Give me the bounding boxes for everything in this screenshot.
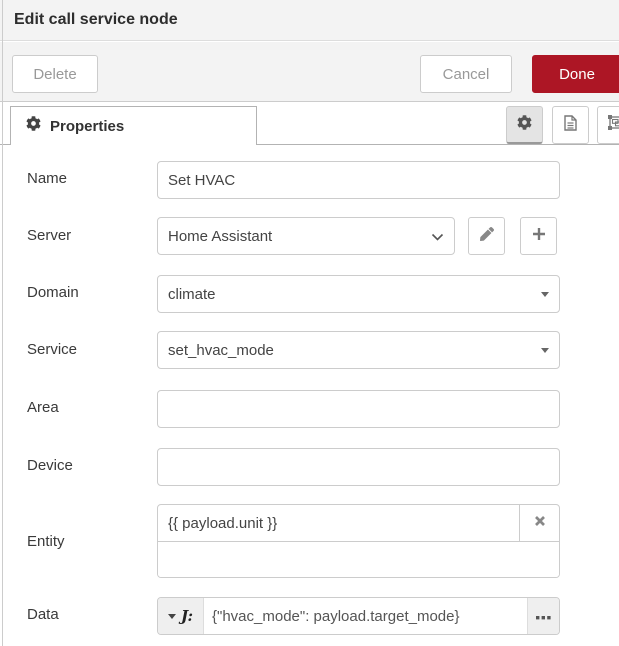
tab-properties-label: Properties: [50, 118, 124, 135]
delete-button[interactable]: Delete: [12, 55, 98, 93]
caret-down-icon: [541, 292, 549, 297]
service-combobox[interactable]: set_hvac_mode: [157, 331, 560, 369]
chevron-down-icon: [431, 228, 444, 245]
remove-entity-button[interactable]: [519, 505, 559, 541]
file-text-icon: [564, 115, 577, 136]
panel-edge-divider: [2, 0, 3, 646]
description-tab-button[interactable]: [552, 106, 589, 144]
area-label: Area: [27, 399, 59, 416]
service-label: Service: [27, 341, 77, 358]
plus-icon: [532, 227, 546, 246]
data-label: Data: [27, 606, 59, 623]
server-select[interactable]: Home Assistant: [157, 217, 455, 255]
area-input[interactable]: [157, 390, 560, 428]
name-label: Name: [27, 170, 67, 187]
tab-properties[interactable]: Properties: [10, 106, 257, 145]
domain-combobox[interactable]: climate: [157, 275, 560, 313]
caret-down-icon: [541, 348, 549, 353]
dialog-title: Edit call service node: [14, 11, 178, 29]
cancel-button[interactable]: Cancel: [420, 55, 512, 93]
domain-label: Domain: [27, 284, 79, 301]
dialog-header: Edit call service node: [0, 0, 619, 41]
object-group-icon: [608, 115, 619, 135]
add-server-button[interactable]: [520, 217, 557, 255]
gear-icon: [517, 115, 532, 135]
name-input[interactable]: [157, 161, 560, 199]
ellipsis-icon: [536, 607, 551, 625]
properties-tab-button[interactable]: [506, 106, 543, 144]
server-label: Server: [27, 227, 71, 244]
service-value: set_hvac_mode: [168, 342, 541, 359]
caret-down-icon: [168, 614, 176, 619]
entity-list: {{ payload.unit }}: [157, 504, 560, 578]
data-typed-input: J:: [157, 597, 560, 635]
domain-value: climate: [168, 286, 541, 303]
data-value-input[interactable]: [204, 598, 527, 634]
jsonata-J-icon: J:: [181, 607, 193, 625]
appearance-tab-button[interactable]: [597, 106, 619, 144]
edit-server-button[interactable]: [468, 217, 505, 255]
data-type-button[interactable]: J:: [158, 598, 204, 634]
entity-item-value[interactable]: {{ payload.unit }}: [158, 505, 519, 541]
close-icon: [534, 514, 546, 532]
edit-call-service-dialog: Edit call service node Delete Cancel Don…: [0, 0, 619, 646]
device-input[interactable]: [157, 448, 560, 486]
expand-editor-button[interactable]: [527, 598, 559, 634]
entity-list-item: {{ payload.unit }}: [158, 505, 559, 542]
tab-bar: Properties: [0, 102, 619, 145]
server-value: Home Assistant: [168, 228, 431, 245]
pencil-icon: [480, 227, 494, 246]
device-label: Device: [27, 457, 73, 474]
entity-label: Entity: [27, 533, 65, 550]
gear-icon: [26, 116, 41, 136]
dialog-button-row: Delete Cancel Done: [0, 42, 619, 102]
entity-new-input[interactable]: [158, 542, 559, 578]
done-button[interactable]: Done: [532, 55, 619, 93]
